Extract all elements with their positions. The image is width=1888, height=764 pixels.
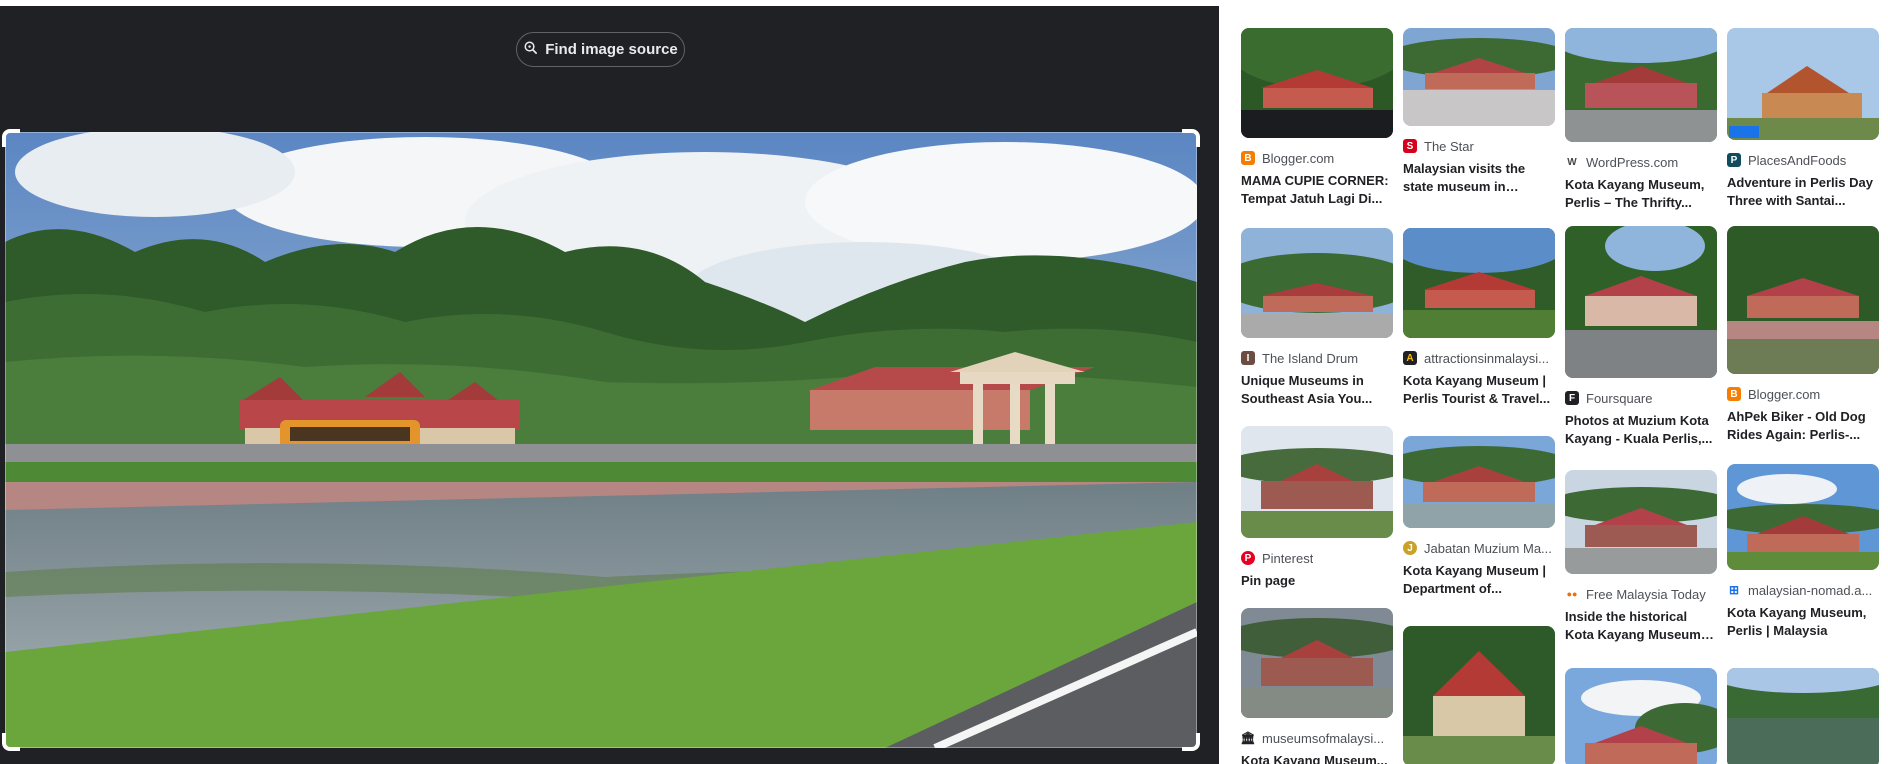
- result-source: Foursquare: [1586, 390, 1653, 406]
- fmt-icon: ●●: [1565, 587, 1579, 601]
- result-source: WordPress.com: [1586, 154, 1679, 170]
- query-image[interactable]: [5, 132, 1197, 748]
- result-title[interactable]: MAMA CUPIE CORNER: Tempat Jatuh Lagi Di.…: [1241, 172, 1393, 208]
- result-thumbnail[interactable]: [1403, 626, 1555, 764]
- result-title[interactable]: Kota Kayang Museum, Perlis – The Thrifty…: [1565, 176, 1717, 212]
- crop-handle-top-right[interactable]: [1182, 129, 1200, 147]
- result-card[interactable]: F Foursquare Photos at Muzium Kota Kayang…: [1565, 226, 1717, 448]
- crop-handle-top-left[interactable]: [2, 129, 20, 147]
- result-source: museumsofmalaysi...: [1262, 730, 1385, 746]
- result-source: The Star: [1424, 138, 1474, 154]
- result-title[interactable]: Adventure in Perlis Day Three with Santa…: [1727, 174, 1879, 210]
- result-card[interactable]: P PlacesAndFoods Adventure in Perlis Day …: [1727, 28, 1879, 210]
- result-source: Jabatan Muzium Ma...: [1424, 540, 1552, 556]
- result-source: Blogger.com: [1262, 150, 1335, 166]
- result-source: The Island Drum: [1262, 350, 1359, 366]
- result-card[interactable]: ⊞ malaysian-nomad.a... Kota Kayang Museum…: [1727, 464, 1879, 640]
- result-card[interactable]: [1403, 626, 1555, 764]
- result-thumbnail[interactable]: [1403, 436, 1555, 528]
- malaysian-nomad-icon: ⊞: [1727, 583, 1741, 597]
- result-title[interactable]: Unique Museums in Southeast Asia You...: [1241, 372, 1393, 408]
- attractions-icon: A: [1403, 351, 1417, 365]
- result-card[interactable]: [1727, 668, 1879, 764]
- island-drum-icon: I: [1241, 351, 1255, 365]
- crop-handle-bottom-right[interactable]: [1182, 733, 1200, 751]
- result-title[interactable]: AhPek Biker - Old Dog Rides Again: Perli…: [1727, 408, 1879, 444]
- find-image-source-label: Find image source: [545, 41, 678, 58]
- result-thumbnail[interactable]: [1565, 668, 1717, 764]
- result-source: Free Malaysia Today: [1586, 586, 1706, 602]
- result-title[interactable]: Pin page: [1241, 572, 1393, 590]
- result-title[interactable]: Kota Kayang Museum | Department of...: [1403, 562, 1555, 598]
- result-card[interactable]: ●● Free Malaysia Today Inside the histori…: [1565, 470, 1717, 644]
- foursquare-icon: F: [1565, 391, 1579, 405]
- wordpress-icon: W: [1565, 155, 1579, 169]
- result-thumbnail[interactable]: [1241, 28, 1393, 138]
- result-thumbnail[interactable]: [1241, 608, 1393, 718]
- result-card[interactable]: S The Star Malaysian visits the state mus…: [1403, 28, 1555, 196]
- result-title[interactable]: Kota Kayang Museum, Perlis | Malaysia: [1727, 604, 1879, 640]
- result-card[interactable]: B Blogger.com MAMA CUPIE CORNER: Tempat J…: [1241, 28, 1393, 208]
- jabatan-muzium-icon: J: [1403, 541, 1417, 555]
- result-source: Pinterest: [1262, 550, 1314, 566]
- lens-search-icon: [523, 40, 538, 59]
- the-star-icon: S: [1403, 139, 1417, 153]
- result-card[interactable]: B Blogger.com AhPek Biker - Old Dog Rides…: [1727, 226, 1879, 444]
- crop-handle-bottom-left[interactable]: [2, 733, 20, 751]
- result-thumbnail[interactable]: [1727, 668, 1879, 764]
- visual-matches-panel: B Blogger.com MAMA CUPIE CORNER: Tempat J…: [1219, 0, 1888, 764]
- result-title[interactable]: Inside the historical Kota Kayang Museum…: [1565, 608, 1717, 644]
- result-card[interactable]: J Jabatan Muzium Ma... Kota Kayang Museum…: [1403, 436, 1555, 598]
- result-thumbnail[interactable]: [1403, 28, 1555, 126]
- result-title[interactable]: Kota Kayang Museum | Perlis Tourist & Tr…: [1403, 372, 1555, 408]
- result-thumbnail[interactable]: [1727, 28, 1879, 140]
- result-title[interactable]: Photos at Muzium Kota Kayang - Kuala Per…: [1565, 412, 1717, 448]
- result-source: attractionsinmalaysi...: [1424, 350, 1549, 366]
- result-title[interactable]: Malaysian visits the state museum in Per…: [1403, 160, 1555, 196]
- google-lens-page: Find image source B Blogger.com MAMA CUP…: [0, 0, 1888, 764]
- result-card[interactable]: I The Island Drum Unique Museums in South…: [1241, 228, 1393, 408]
- result-title[interactable]: Kota Kayang Museum...: [1241, 752, 1393, 764]
- result-card[interactable]: P Pinterest Pin page: [1241, 426, 1393, 590]
- blogger-icon: B: [1241, 151, 1255, 165]
- blogger-icon: B: [1727, 387, 1741, 401]
- result-source: Blogger.com: [1748, 386, 1821, 402]
- result-thumbnail[interactable]: [1241, 228, 1393, 338]
- pinterest-icon: P: [1241, 551, 1255, 565]
- result-thumbnail[interactable]: [1565, 226, 1717, 378]
- result-card[interactable]: Aattractionsinmalaysi... Kota Kayang Mus…: [1403, 228, 1555, 408]
- result-card[interactable]: W WordPress.com Kota Kayang Museum, Perli…: [1565, 28, 1717, 212]
- result-thumbnail[interactable]: [1727, 464, 1879, 570]
- result-card[interactable]: 🏛 museumsofmalaysi... Kota Kayang Museum.…: [1240, 608, 1393, 764]
- result-thumbnail[interactable]: [1727, 226, 1879, 374]
- result-source: PlacesAndFoods: [1748, 152, 1847, 168]
- top-divider: [0, 0, 1219, 6]
- result-card[interactable]: [1565, 668, 1717, 764]
- find-image-source-button[interactable]: Find image source: [516, 32, 685, 67]
- result-source: malaysian-nomad.a...: [1748, 582, 1873, 598]
- museum-icon: 🏛: [1240, 731, 1256, 745]
- image-preview-pane: Find image source: [0, 0, 1219, 764]
- result-thumbnail[interactable]: [1241, 426, 1393, 538]
- result-thumbnail[interactable]: [1403, 228, 1555, 338]
- result-thumbnail[interactable]: [1565, 470, 1717, 574]
- placesandfoods-icon: P: [1727, 153, 1741, 167]
- result-thumbnail[interactable]: [1565, 28, 1717, 142]
